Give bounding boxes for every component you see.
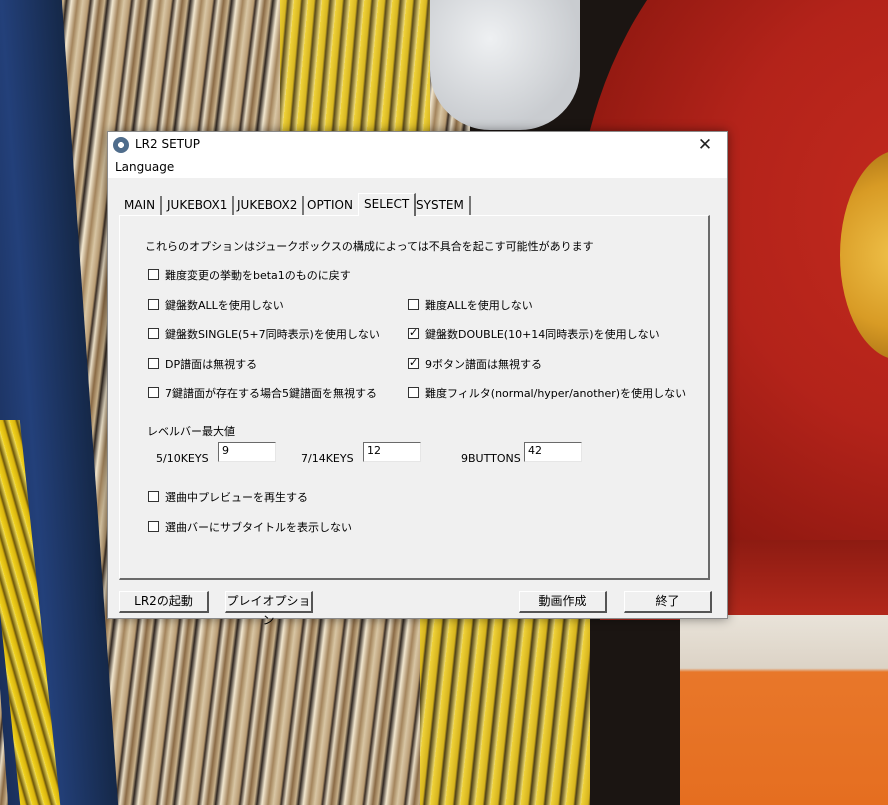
checkbox-disable-difficulty-all[interactable] [408, 299, 419, 310]
level-bar-heading: レベルバー最大値 [147, 425, 235, 438]
label-disable-keys-single: 鍵盤数SINGLE(5+7同時表示)を使用しない [165, 328, 380, 341]
lr2-app-icon [113, 137, 129, 153]
select-tab-panel: これらのオプションはジュークボックスの構成によっては不具合を起こす可能性がありま… [119, 215, 710, 580]
exit-button[interactable]: 終了 [624, 591, 712, 613]
yellow-sleeves-top [280, 0, 430, 140]
label-5-10keys: 5/10KEYS [156, 452, 209, 465]
checkbox-disable-keys-double[interactable]: ✓ [408, 326, 419, 339]
label-ignore-dp-charts: DP譜面は無視する [165, 358, 258, 371]
shelf [680, 615, 888, 805]
play-option-button[interactable]: プレイオプション [225, 591, 313, 627]
label-9buttons: 9BUTTONS [461, 452, 521, 465]
compatibility-notice: これらのオプションはジュークボックスの構成によっては不具合を起こす可能性がありま… [145, 240, 594, 253]
menu-bar: Language [108, 158, 727, 178]
tab-main[interactable]: MAIN [119, 196, 163, 215]
menu-language[interactable]: Language [115, 160, 174, 174]
title-bar[interactable]: LR2 SETUP ✕ [108, 132, 727, 158]
checkbox-disable-keys-single[interactable] [148, 328, 159, 339]
label-play-preview: 選曲中プレビューを再生する [165, 491, 308, 504]
label-revert-difficulty-behavior: 難度変更の挙動をbeta1のものに戻す [165, 269, 351, 282]
checkbox-hide-subtitle[interactable] [148, 521, 159, 532]
white-disc [430, 0, 580, 130]
label-ignore-9button-charts: 9ボタン譜面は無視する [425, 358, 542, 371]
input-9buttons-max[interactable]: 42 [524, 442, 582, 462]
label-disable-difficulty-all: 難度ALLを使用しない [425, 299, 533, 312]
checkbox-ignore-dp-charts[interactable] [148, 358, 159, 369]
checkbox-play-preview[interactable] [148, 491, 159, 502]
input-7-14keys-max[interactable]: 12 [363, 442, 421, 462]
checkbox-ignore-9button-charts[interactable]: ✓ [408, 356, 419, 369]
label-disable-difficulty-filter: 難度フィルタ(normal/hyper/another)を使用しない [425, 387, 687, 400]
checkbox-mark: ✓ [409, 326, 419, 339]
make-movie-button[interactable]: 動画作成 [519, 591, 607, 613]
input-5-10keys-max[interactable]: 9 [218, 442, 276, 462]
checkbox-disable-keys-all[interactable] [148, 299, 159, 310]
tab-option[interactable]: OPTION [302, 196, 360, 215]
tab-system[interactable]: SYSTEM [411, 196, 471, 215]
checkbox-disable-difficulty-filter[interactable] [408, 387, 419, 398]
label-hide-subtitle: 選曲バーにサブタイトルを表示しない [165, 521, 352, 534]
label-disable-keys-double: 鍵盤数DOUBLE(10+14同時表示)を使用しない [425, 328, 660, 341]
checkbox-ignore-5key-when-7key[interactable] [148, 387, 159, 398]
tab-jukebox2[interactable]: JUKEBOX2 [232, 196, 305, 215]
tab-select[interactable]: SELECT [358, 193, 417, 216]
checkbox-revert-difficulty-behavior[interactable] [148, 269, 159, 280]
lr2-setup-window: LR2 SETUP ✕ Language MAIN JUKEBOX1 JUKEB… [107, 131, 728, 627]
launch-lr2-button[interactable]: LR2の起動 [119, 591, 209, 613]
label-disable-keys-all: 鍵盤数ALLを使用しない [165, 299, 284, 312]
label-ignore-5key-when-7key: 7鍵譜面が存在する場合5鍵譜面を無視する [165, 387, 377, 400]
tab-jukebox1[interactable]: JUKEBOX1 [162, 196, 235, 215]
checkbox-mark: ✓ [409, 356, 419, 369]
yellow-sleeves-bottom [420, 615, 590, 805]
window-title: LR2 SETUP [135, 137, 201, 151]
label-7-14keys: 7/14KEYS [301, 452, 354, 465]
close-button[interactable]: ✕ [683, 132, 727, 158]
